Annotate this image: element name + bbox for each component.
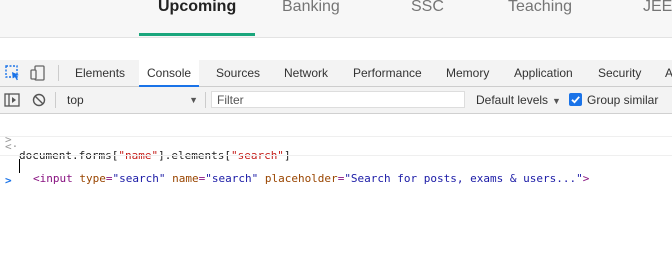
console-prompt-line[interactable]: > xyxy=(0,157,672,187)
devtools-tab-application[interactable]: Application xyxy=(506,60,581,86)
devtools-tab-audits[interactable]: A xyxy=(657,60,672,86)
site-tab-upcoming[interactable]: Upcoming xyxy=(139,0,256,36)
site-tab-label: Upcoming xyxy=(158,0,237,15)
active-prompt-icon: > xyxy=(5,174,12,187)
console-output-line: <· <input type="search" name="search" pl… xyxy=(0,136,672,185)
site-tab-banking[interactable]: Banking xyxy=(282,0,340,34)
site-tab-teaching[interactable]: Teaching xyxy=(508,0,572,34)
site-tab-ssc[interactable]: SSC xyxy=(411,0,444,34)
context-label: top xyxy=(67,93,84,107)
devtools-tab-memory[interactable]: Memory xyxy=(438,60,497,86)
dropdown-caret-icon: ▼ xyxy=(189,95,198,105)
site-navigation: Upcoming Banking SSC Teaching JEE xyxy=(0,0,672,38)
clear-console-icon[interactable] xyxy=(30,91,48,109)
text-cursor xyxy=(19,159,20,173)
dropdown-caret-icon: ▼ xyxy=(552,96,561,106)
devtools-tab-sources[interactable]: Sources xyxy=(208,60,268,86)
page-gap xyxy=(0,38,672,60)
log-levels-select[interactable]: Default levels ▼ xyxy=(476,91,561,109)
active-tab-indicator xyxy=(139,33,256,36)
show-sidebar-icon[interactable] xyxy=(3,91,21,109)
group-similar-label: Group similar xyxy=(587,93,659,107)
devtools-tab-elements[interactable]: Elements xyxy=(67,60,133,86)
console-input-line: > document.forms["name"].elements["searc… xyxy=(0,116,672,162)
levels-label: Default levels xyxy=(476,93,549,107)
device-toolbar-icon[interactable] xyxy=(29,64,47,82)
execution-context-select[interactable]: top ▼ xyxy=(60,91,206,109)
site-tab-jee[interactable]: JEE xyxy=(643,0,672,34)
group-similar-checkbox[interactable] xyxy=(569,93,582,106)
devtools-tab-performance[interactable]: Performance xyxy=(345,60,430,86)
inspect-element-icon[interactable] xyxy=(4,64,22,82)
toolbar-divider xyxy=(55,92,56,108)
devtools-tab-console[interactable]: Console xyxy=(139,60,200,87)
filter-input[interactable]: Filter xyxy=(211,91,465,108)
devtools-tab-security[interactable]: Security xyxy=(590,60,649,86)
toolbar-divider xyxy=(205,92,206,108)
devtools-tab-network[interactable]: Network xyxy=(276,60,336,86)
toolbar-divider xyxy=(58,65,59,81)
output-prompt-icon: <· xyxy=(5,140,19,153)
devtools-tab-bar: Elements Console Sources Network Perform… xyxy=(0,60,672,87)
